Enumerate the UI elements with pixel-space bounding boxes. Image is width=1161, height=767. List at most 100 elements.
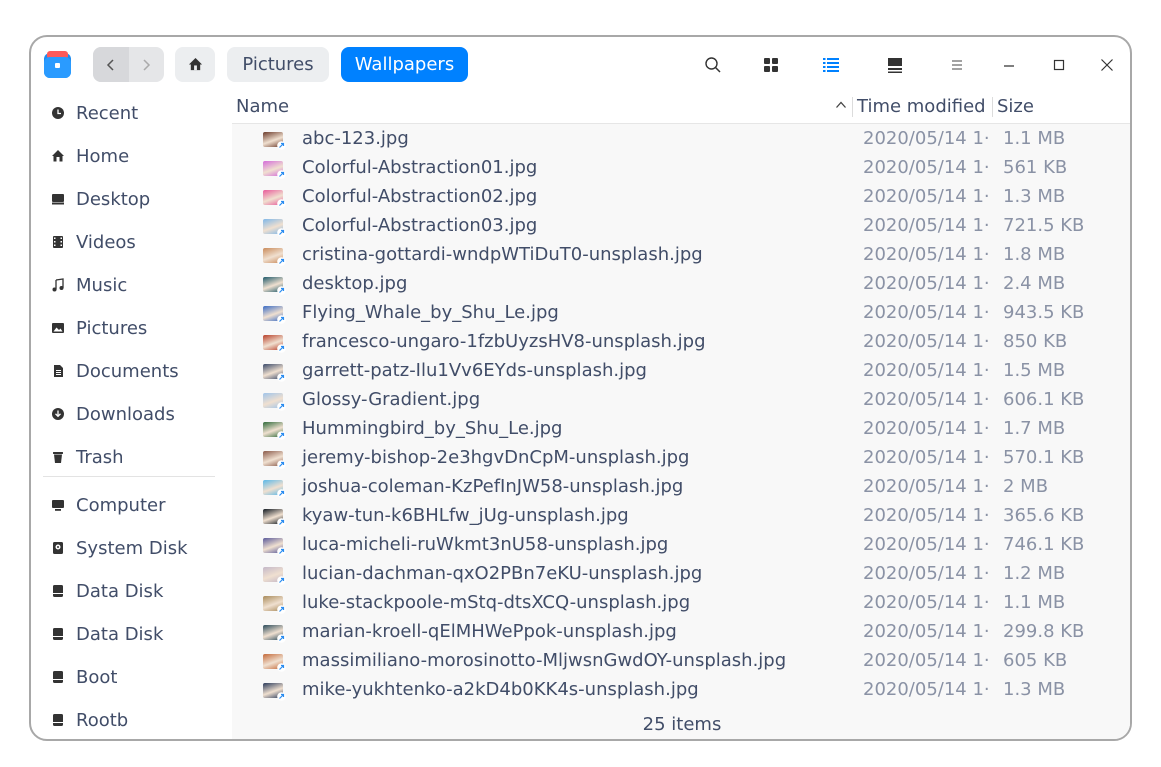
file-time-modified: 2020/05/14 1··· [863, 360, 991, 381]
file-row[interactable]: Flying_Whale_by_Shu_Le.jpg 2020/05/14 1··… [232, 299, 1130, 328]
sidebar-item-boot[interactable]: Boot [31, 657, 221, 697]
column-header: Name Time modified Size [232, 90, 1130, 124]
disk-icon [50, 583, 66, 599]
file-row[interactable]: jeremy-bishop-2e3hgvDnCpM-unsplash.jpg 20… [232, 444, 1130, 473]
picture-icon [50, 320, 66, 336]
sidebar-item-computer[interactable]: Computer [31, 485, 221, 525]
file-time-modified: 2020/05/14 1··· [863, 505, 991, 526]
file-size: 605 KB [1003, 650, 1068, 671]
sidebar-item-music[interactable]: Music [31, 265, 221, 305]
sort-ascending-icon [836, 101, 846, 108]
sidebar-item-rootb[interactable]: Rootb [31, 700, 221, 739]
sidebar-item-videos[interactable]: Videos [31, 222, 221, 262]
details-view-button[interactable] [881, 51, 909, 79]
file-row[interactable]: Hummingbird_by_Shu_Le.jpg 2020/05/14 1···… [232, 415, 1130, 444]
sidebar-item-system-disk[interactable]: System Disk [31, 528, 221, 568]
column-time-header[interactable]: Time modified [857, 96, 986, 117]
file-row[interactable]: mike-yukhtenko-a2kD4b0KK4s-unsplash.jpg 2… [232, 676, 1130, 705]
file-name: Flying_Whale_by_Shu_Le.jpg [302, 302, 559, 323]
sidebar-item-label: Pictures [76, 317, 148, 339]
file-row[interactable]: lucian-dachman-qxO2PBn7eKU-unsplash.jpg 2… [232, 560, 1130, 589]
file-name: marian-kroell-qElMHWePpok-unsplash.jpg [302, 621, 677, 642]
link-badge-icon [277, 692, 286, 701]
sidebar-item-downloads[interactable]: Downloads [31, 394, 221, 434]
column-name-header[interactable]: Name [236, 96, 289, 117]
sidebar-item-label: Trash [76, 446, 124, 468]
search-button[interactable] [699, 51, 727, 79]
minimize-button[interactable] [995, 51, 1023, 79]
disk-icon [50, 712, 66, 728]
minimize-icon [1004, 65, 1014, 67]
home-button[interactable] [175, 47, 215, 82]
file-row[interactable]: Colorful-Abstraction01.jpg 2020/05/14 1··… [232, 154, 1130, 183]
trash-icon [50, 449, 66, 465]
file-row[interactable]: luke-stackpoole-mStq-dtsXCQ-unsplash.jpg… [232, 589, 1130, 618]
file-size: 299.8 KB [1003, 621, 1085, 642]
sidebar: Recent Home Desktop Videos Music Pictures Docu… [31, 90, 231, 739]
file-row[interactable]: Glossy-Gradient.jpg 2020/05/14 1··· 606.1 … [232, 386, 1130, 415]
sidebar-item-label: Rootb [76, 709, 129, 731]
sidebar-item-trash[interactable]: Trash [31, 437, 221, 477]
file-row[interactable]: Colorful-Abstraction03.jpg 2020/05/14 1··… [232, 212, 1130, 241]
link-badge-icon [277, 460, 286, 469]
sidebar-item-label: System Disk [76, 537, 188, 559]
column-size-header[interactable]: Size [997, 96, 1034, 117]
file-name: Colorful-Abstraction01.jpg [302, 157, 538, 178]
icon-view-button[interactable] [757, 51, 785, 79]
home-icon [50, 148, 66, 164]
sidebar-item-documents[interactable]: Documents [31, 351, 221, 391]
file-name: cristina-gottardi-wndpWTiDuT0-unsplash.j… [302, 244, 703, 265]
file-size: 1.3 MB [1003, 679, 1066, 700]
file-size: 1.1 MB [1003, 592, 1066, 613]
file-size: 943.5 KB [1003, 302, 1085, 323]
link-badge-icon [277, 663, 286, 672]
link-badge-icon [277, 518, 286, 527]
disk-icon [50, 626, 66, 642]
forward-button[interactable] [129, 47, 165, 82]
back-button[interactable] [93, 47, 129, 82]
file-time-modified: 2020/05/14 1··· [863, 389, 991, 410]
item-count: 25 items [642, 714, 722, 735]
sidebar-item-label: Computer [76, 494, 166, 516]
column-separator[interactable] [992, 97, 993, 117]
main-menu-button[interactable] [943, 51, 971, 79]
sidebar-item-data-disk[interactable]: Data Disk [31, 571, 221, 611]
sidebar-item-label: Desktop [76, 188, 151, 210]
file-row[interactable]: massimiliano-morosinotto-MljwsnGwdOY-uns… [232, 647, 1130, 676]
file-name: mike-yukhtenko-a2kD4b0KK4s-unsplash.jpg [302, 679, 699, 700]
file-row[interactable]: garrett-patz-Ilu1Vv6EYds-unsplash.jpg 202… [232, 357, 1130, 386]
link-badge-icon [277, 199, 286, 208]
breadcrumb-pictures[interactable]: Pictures [227, 47, 329, 82]
document-icon [50, 363, 66, 379]
sidebar-item-label: Data Disk [76, 623, 164, 645]
file-row[interactable]: francesco-ungaro-1fzbUyzsHV8-unsplash.jp… [232, 328, 1130, 357]
file-row[interactable]: kyaw-tun-k6BHLfw_jUg-unsplash.jpg 2020/05… [232, 502, 1130, 531]
breadcrumb-wallpapers[interactable]: Wallpapers [341, 47, 468, 82]
file-row[interactable]: Colorful-Abstraction02.jpg 2020/05/14 1··… [232, 183, 1130, 212]
list-view-button[interactable] [817, 51, 845, 79]
file-size: 1.5 MB [1003, 360, 1066, 381]
column-separator[interactable] [852, 97, 853, 117]
close-button[interactable] [1093, 51, 1121, 79]
file-size: 606.1 KB [1003, 389, 1085, 410]
sidebar-item-data-disk[interactable]: Data Disk [31, 614, 221, 654]
file-row[interactable]: luca-micheli-ruWkmt3nU58-unsplash.jpg 202… [232, 531, 1130, 560]
link-badge-icon [277, 402, 286, 411]
search-icon [705, 57, 721, 73]
maximize-button[interactable] [1045, 51, 1073, 79]
sidebar-divider [43, 476, 215, 477]
sidebar-item-home[interactable]: Home [31, 136, 221, 176]
file-list[interactable]: abc-123.jpg 2020/05/14 1··· 1.1 MB Colorful… [232, 125, 1130, 708]
status-bar: 25 items [232, 708, 1130, 739]
file-row[interactable]: abc-123.jpg 2020/05/14 1··· 1.1 MB [232, 125, 1130, 154]
file-row[interactable]: joshua-coleman-KzPefInJW58-unsplash.jpg 2… [232, 473, 1130, 502]
file-row[interactable]: cristina-gottardi-wndpWTiDuT0-unsplash.j… [232, 241, 1130, 270]
file-time-modified: 2020/05/14 1··· [863, 418, 991, 439]
sidebar-item-pictures[interactable]: Pictures [31, 308, 221, 348]
file-row[interactable]: marian-kroell-qElMHWePpok-unsplash.jpg 20… [232, 618, 1130, 647]
sidebar-item-recent[interactable]: Recent [31, 93, 221, 133]
title-bar: Pictures Wallpapers [31, 37, 1130, 90]
file-row[interactable]: desktop.jpg 2020/05/14 1··· 2.4 MB [232, 270, 1130, 299]
file-manager-app-icon [43, 50, 72, 79]
sidebar-item-desktop[interactable]: Desktop [31, 179, 221, 219]
